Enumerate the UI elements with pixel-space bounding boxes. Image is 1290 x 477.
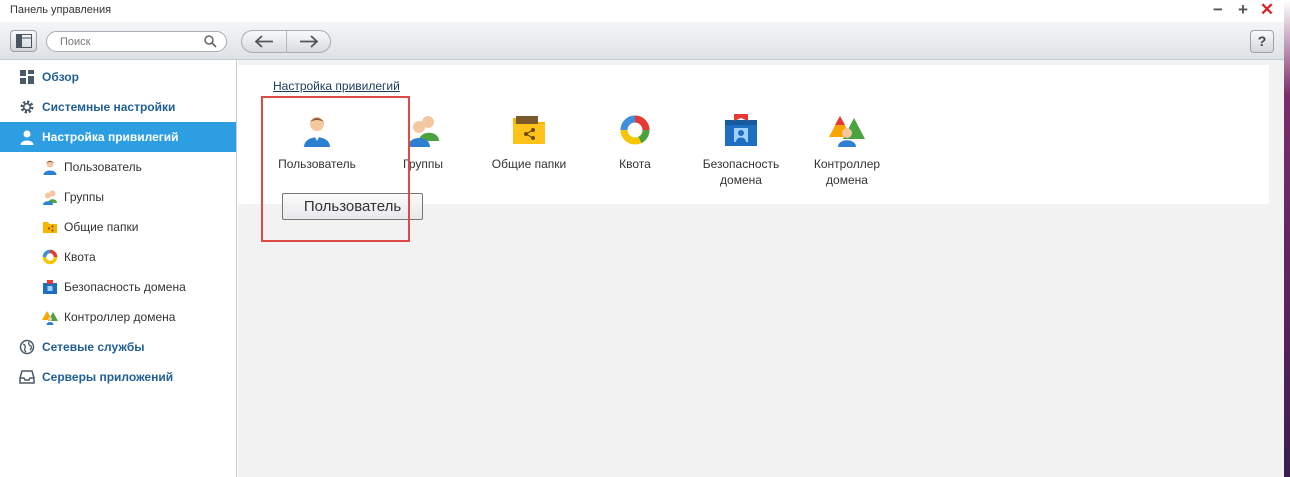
grid-icon bbox=[20, 70, 34, 84]
sidebar-item-domain-security[interactable]: Безопасность домена bbox=[0, 272, 236, 302]
quota-ring-icon bbox=[620, 115, 650, 145]
domain-security-icon bbox=[725, 114, 757, 146]
navigation-group bbox=[241, 30, 331, 53]
sidebar-item-quota[interactable]: Квота bbox=[0, 242, 236, 272]
minimize-button[interactable]: − bbox=[1209, 1, 1227, 19]
app-label: Квота bbox=[619, 157, 651, 171]
sidebar-item-privilege-settings[interactable]: Настройка привилегий bbox=[0, 122, 236, 152]
sidebar-item-label: Общие папки bbox=[64, 220, 139, 234]
domain-controller-icon bbox=[829, 116, 865, 147]
user-icon bbox=[43, 160, 57, 175]
sidebar-item-label: Серверы приложений bbox=[42, 370, 174, 384]
globe-icon bbox=[19, 339, 35, 355]
app-label: Контроллер домена bbox=[813, 157, 881, 187]
arrow-right-icon bbox=[300, 35, 319, 48]
users-icon bbox=[408, 116, 439, 147]
sidebar-item-groups[interactable]: Группы bbox=[0, 182, 236, 212]
users-icon bbox=[43, 190, 57, 205]
highlight-annotation bbox=[261, 96, 410, 242]
sidebar-item-label: Квота bbox=[64, 250, 96, 264]
back-button[interactable] bbox=[242, 31, 287, 52]
sidebar-item-network-services[interactable]: Сетевые службы bbox=[0, 332, 236, 362]
app-label: Общие папки bbox=[491, 157, 567, 171]
arrow-left-icon bbox=[254, 35, 273, 48]
app-domain-security[interactable]: Безопасность домена bbox=[691, 113, 791, 193]
search-input[interactable] bbox=[46, 31, 227, 52]
sidebar-item-label: Группы bbox=[64, 190, 104, 204]
sidebar-item-label: Обзор bbox=[42, 70, 79, 84]
quota-ring-icon bbox=[42, 249, 58, 265]
app-label: Безопасность домена bbox=[702, 157, 780, 187]
window-title: Панель управления bbox=[10, 4, 112, 16]
app-domain-controller[interactable]: Контроллер домена bbox=[797, 113, 897, 193]
title-bar: Панель управления − + ✕ bbox=[0, 0, 1284, 22]
sidebar-item-label: Безопасность домена bbox=[64, 280, 186, 294]
app-shared-folders[interactable]: Общие папки bbox=[479, 113, 579, 193]
toggle-sidebar-button[interactable] bbox=[10, 30, 37, 52]
privilege-settings-panel: Настройка привилегий Пользователь Группы bbox=[238, 65, 1269, 242]
main-content: Настройка привилегий Пользователь Группы bbox=[238, 60, 1284, 477]
section-title: Настройка привилегий bbox=[273, 79, 400, 93]
domain-security-icon bbox=[43, 280, 57, 294]
shared-folder-icon bbox=[513, 116, 545, 144]
shared-folder-icon bbox=[43, 222, 57, 233]
toolbar: ? bbox=[0, 22, 1284, 60]
sidebar-item-label: Сетевые службы bbox=[42, 340, 145, 354]
sidebar-item-domain-controller[interactable]: Контроллер домена bbox=[0, 302, 236, 332]
forward-button[interactable] bbox=[287, 31, 330, 52]
window-edge bbox=[1284, 0, 1290, 477]
user-icon bbox=[20, 130, 34, 145]
sidebar-item-user[interactable]: Пользователь bbox=[0, 152, 236, 182]
sidebar-item-overview[interactable]: Обзор bbox=[0, 62, 236, 92]
close-button[interactable]: ✕ bbox=[1258, 1, 1276, 19]
sidebar: Обзор Системные настройки Настройка прив… bbox=[0, 60, 237, 477]
help-button[interactable]: ? bbox=[1250, 30, 1274, 53]
sidebar-item-shared-folders[interactable]: Общие папки bbox=[0, 212, 236, 242]
domain-controller-icon bbox=[42, 311, 58, 325]
sidebar-item-label: Контроллер домена bbox=[64, 310, 176, 324]
sidebar-layout-icon bbox=[16, 34, 32, 48]
sidebar-item-application-servers[interactable]: Серверы приложений bbox=[0, 362, 236, 392]
gear-icon bbox=[20, 100, 34, 114]
search-icon[interactable] bbox=[204, 35, 217, 48]
sidebar-item-label: Пользователь bbox=[64, 160, 142, 174]
server-tray-icon bbox=[19, 370, 35, 384]
app-quota[interactable]: Квота bbox=[585, 113, 685, 193]
sidebar-item-system-settings[interactable]: Системные настройки bbox=[0, 92, 236, 122]
sidebar-item-label: Системные настройки bbox=[42, 100, 176, 114]
maximize-button[interactable]: + bbox=[1234, 1, 1252, 19]
sidebar-item-label: Настройка привилегий bbox=[42, 130, 179, 144]
